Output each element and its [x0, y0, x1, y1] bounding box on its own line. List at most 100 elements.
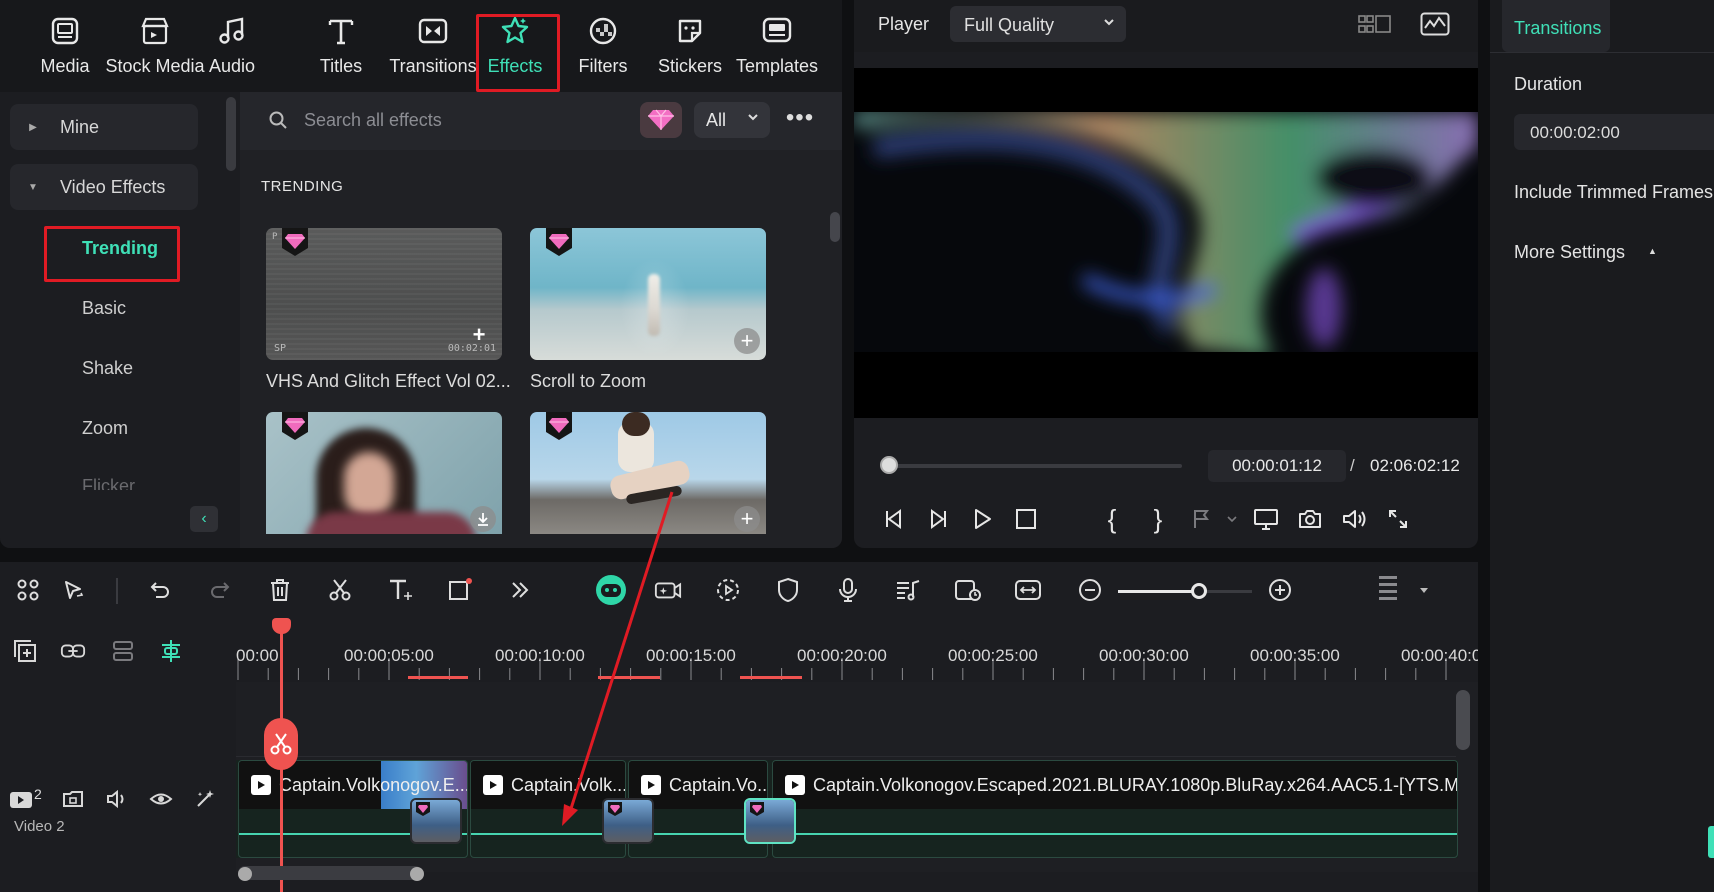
- clip-title: Captain.Volkonogov.E...: [279, 774, 467, 795]
- effect-card-blur[interactable]: [266, 412, 502, 534]
- collapse-sidebar-button[interactable]: ‹: [190, 506, 218, 532]
- track-layout-dropdown[interactable]: [1410, 576, 1438, 604]
- premium-gem-icon: [282, 412, 308, 440]
- link-icon: [60, 644, 86, 658]
- chevron-up-icon[interactable]: ▲: [1648, 246, 1657, 256]
- scopes-icon[interactable]: [1420, 12, 1450, 36]
- panel-edge-handle[interactable]: [1708, 826, 1714, 858]
- sidebar-sub-flicker[interactable]: Flicker...: [82, 476, 149, 490]
- marker-dropdown[interactable]: [1218, 505, 1246, 533]
- scrub-handle[interactable]: [880, 456, 898, 474]
- layout-button[interactable]: [14, 576, 42, 604]
- timeline-vertical-scrollbar[interactable]: [1456, 690, 1470, 750]
- include-trimmed-frames-label[interactable]: Include Trimmed Frames: [1514, 182, 1713, 203]
- crop-icon: [449, 578, 472, 600]
- sidebar-sub-zoom[interactable]: Zoom: [82, 418, 128, 439]
- sidebar-item-video-effects[interactable]: ▼ Video Effects: [10, 164, 198, 210]
- add-track-button[interactable]: [12, 638, 38, 664]
- mark-in-button[interactable]: {: [1098, 504, 1126, 534]
- select-tool-button[interactable]: [60, 576, 88, 604]
- tab-transitions-settings[interactable]: Transitions: [1502, 0, 1610, 52]
- video-preview[interactable]: [854, 68, 1478, 418]
- next-frame-button[interactable]: [924, 505, 952, 533]
- tab-stickers-label: Stickers: [658, 56, 723, 76]
- marker-button[interactable]: [1188, 505, 1216, 533]
- transition-thumbnail-selected[interactable]: [744, 798, 796, 844]
- tab-media[interactable]: Media: [36, 14, 94, 92]
- filter-dropdown[interactable]: All: [694, 102, 770, 138]
- ai-enhance-track-button[interactable]: [192, 786, 218, 812]
- track-align-button[interactable]: [110, 638, 136, 664]
- sidebar-item-mine[interactable]: ▶ Mine: [10, 104, 198, 150]
- duration-field[interactable]: 00:00:02:00: [1514, 114, 1714, 150]
- split-button[interactable]: [326, 576, 354, 604]
- more-tools-button[interactable]: [506, 576, 534, 604]
- premium-gem-icon: [546, 228, 572, 256]
- snapshot-button[interactable]: [1296, 505, 1324, 533]
- zoom-out-button[interactable]: [1076, 576, 1104, 604]
- sidebar-sub-shake[interactable]: Shake: [82, 358, 133, 379]
- scrub-bar[interactable]: [882, 464, 1182, 468]
- effects-scrollbar[interactable]: [830, 212, 840, 242]
- zoom-in-button[interactable]: [1266, 576, 1294, 604]
- fit-button[interactable]: [1014, 576, 1042, 604]
- more-settings-toggle[interactable]: More Settings: [1514, 242, 1625, 263]
- timeline-horizontal-scrollbar[interactable]: [238, 866, 422, 880]
- scrollbar-left-handle[interactable]: [238, 867, 252, 881]
- tab-stickers[interactable]: Stickers: [658, 14, 722, 92]
- tab-stock-media[interactable]: Stock Media: [100, 14, 210, 92]
- track-layout-button[interactable]: [1374, 576, 1402, 604]
- add-effect-button[interactable]: +: [734, 506, 760, 532]
- auto-sync-button[interactable]: [954, 576, 982, 604]
- hide-track-button[interactable]: [148, 786, 174, 812]
- undo-button[interactable]: [146, 576, 174, 604]
- mute-track-button[interactable]: [104, 786, 130, 812]
- sidebar-scrollbar[interactable]: [226, 97, 236, 171]
- mark-out-button[interactable]: }: [1144, 504, 1172, 534]
- record-voice-button[interactable]: [834, 576, 862, 604]
- timeline-clip[interactable]: Captain.Volkonogov.Escaped.2021.BLURAY.1…: [772, 760, 1458, 858]
- more-options-button[interactable]: •••: [784, 104, 816, 136]
- play-button[interactable]: [968, 505, 996, 533]
- effect-card-title: Scroll to Zoom: [530, 371, 647, 391]
- current-time[interactable]: 00:00:01:12: [1208, 450, 1346, 482]
- effect-card-vhs[interactable]: P SP 00:02:01 +: [266, 228, 502, 360]
- add-text-button[interactable]: [386, 576, 414, 604]
- tab-audio[interactable]: Audio: [208, 14, 256, 92]
- display-button[interactable]: [1252, 505, 1280, 533]
- split-at-playhead-button[interactable]: [264, 718, 298, 770]
- stop-button[interactable]: [1012, 505, 1040, 533]
- premium-filter-button[interactable]: [640, 102, 682, 138]
- audio-edit-button[interactable]: [894, 576, 922, 604]
- link-button[interactable]: [60, 638, 86, 664]
- grid-view-icon[interactable]: [1358, 14, 1392, 36]
- magnet-button[interactable]: [158, 638, 184, 664]
- lock-track-button[interactable]: [60, 786, 86, 812]
- tab-filters[interactable]: Filters: [572, 14, 634, 92]
- zoom-slider-handle[interactable]: [1191, 583, 1207, 599]
- ruler-label: 00:00: [236, 646, 279, 665]
- quality-dropdown[interactable]: Full Quality: [950, 6, 1126, 42]
- redo-button[interactable]: [206, 576, 234, 604]
- crop-button[interactable]: [446, 576, 474, 604]
- search-input[interactable]: Search all effects: [304, 110, 442, 131]
- volume-button[interactable]: [1340, 505, 1368, 533]
- zoom-in-icon: [1269, 579, 1291, 601]
- tab-titles[interactable]: Titles: [318, 14, 364, 92]
- speed-button[interactable]: [714, 576, 742, 604]
- magic-wand-icon: [197, 790, 214, 807]
- mask-button[interactable]: [774, 576, 802, 604]
- prev-frame-button[interactable]: [880, 505, 908, 533]
- scrollbar-right-handle[interactable]: [410, 867, 424, 881]
- tab-transitions[interactable]: Transitions: [384, 14, 482, 92]
- add-effect-button[interactable]: +: [466, 322, 492, 348]
- fullscreen-button[interactable]: [1384, 505, 1412, 533]
- effect-card-scroll-to-zoom[interactable]: +: [530, 228, 766, 360]
- player-label: Player: [878, 14, 930, 34]
- transition-thumbnail[interactable]: [410, 798, 462, 844]
- delete-button[interactable]: [266, 576, 294, 604]
- tab-templates[interactable]: Templates: [736, 14, 818, 92]
- download-effect-button[interactable]: [470, 506, 496, 532]
- add-effect-button[interactable]: +: [734, 328, 760, 354]
- sidebar-sub-basic[interactable]: Basic: [82, 298, 126, 319]
